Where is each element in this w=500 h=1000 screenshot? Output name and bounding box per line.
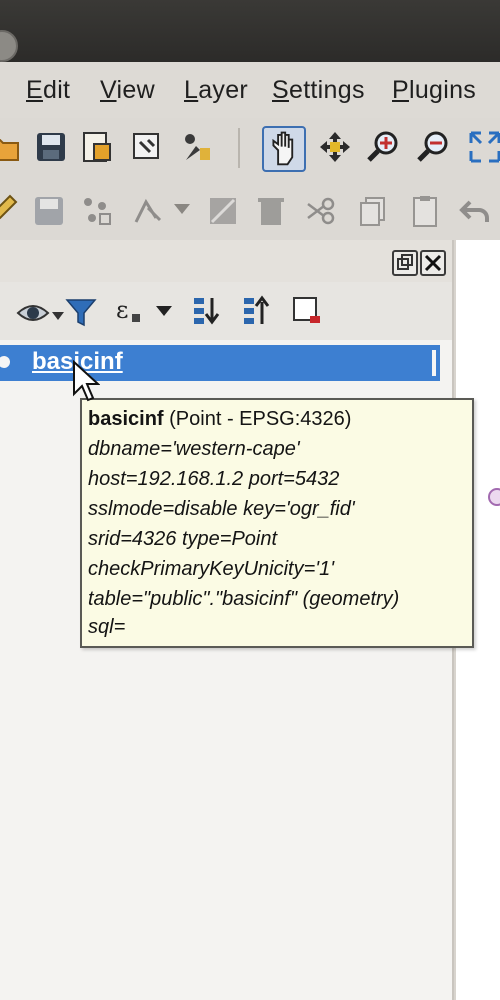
tooltip-line: dbname='western-cape' <box>88 438 300 460</box>
menu-edit-label: dit <box>42 76 71 104</box>
expand-all-icon[interactable] <box>190 294 224 328</box>
expression-filter-icon[interactable]: ε <box>114 294 148 328</box>
row-scroll-marker <box>432 350 436 376</box>
toolbar-separator <box>238 128 240 168</box>
tooltip-line: srid=4326 type=Point <box>88 528 278 550</box>
tooltip-layer-name: basicinf <box>88 408 164 430</box>
zoom-out-icon[interactable] <box>416 130 450 164</box>
menu-view-accel: V <box>100 76 117 104</box>
vertex-tool-icon[interactable] <box>132 194 166 228</box>
menu-layer[interactable]: Layer <box>184 76 248 105</box>
menu-view-label: iew <box>116 76 155 104</box>
copy-features-icon[interactable] <box>356 194 390 228</box>
new-print-layout-icon[interactable] <box>80 130 114 164</box>
undo-icon[interactable] <box>458 194 492 228</box>
edit-pencil-icon[interactable] <box>0 192 20 226</box>
float-panel-icon[interactable] <box>392 250 418 276</box>
pan-map-icon[interactable] <box>262 126 306 172</box>
menu-edit-accel: E <box>26 76 43 104</box>
chevron-down-icon[interactable] <box>156 306 172 316</box>
close-panel-icon[interactable] <box>420 250 446 276</box>
menu-layer-label: ayer <box>198 76 249 104</box>
tooltip-line: sslmode=disable key='ogr_fid' <box>88 498 355 520</box>
style-manager-icon[interactable] <box>180 130 214 164</box>
menu-edit[interactable]: Edit <box>26 76 70 105</box>
menu-plugins-accel: P <box>392 76 409 104</box>
chevron-down-icon[interactable] <box>174 204 190 214</box>
remove-layer-icon[interactable] <box>290 294 324 328</box>
menu-layer-accel: L <box>184 76 199 104</box>
tooltip-line: checkPrimaryKeyUnicity='1' <box>88 558 335 580</box>
svg-text:ε: ε <box>116 296 128 324</box>
tooltip-line: table="public"."basicinf" (geometry) <box>88 588 400 610</box>
save-project-icon[interactable] <box>34 130 68 164</box>
menu-settings-accel: S <box>272 76 289 104</box>
menu-settings[interactable]: Settings <box>272 76 365 105</box>
cut-features-icon[interactable] <box>304 194 338 228</box>
window-title-bar <box>0 0 500 62</box>
chevron-down-icon[interactable] <box>52 312 64 320</box>
delete-selected-icon[interactable] <box>206 194 240 228</box>
pan-to-selection-icon[interactable] <box>318 130 352 164</box>
layout-manager-icon[interactable] <box>130 130 164 164</box>
collapse-all-icon[interactable] <box>240 294 274 328</box>
menu-plugins[interactable]: Plugins <box>392 76 476 105</box>
menu-settings-label: ettings <box>288 76 365 104</box>
digitize-points-icon[interactable] <box>80 194 114 228</box>
tooltip-line: sql= <box>88 616 126 638</box>
menu-view[interactable]: View <box>100 76 155 105</box>
visibility-eye-icon[interactable] <box>16 296 50 330</box>
save-layer-edits-icon[interactable] <box>32 194 66 228</box>
zoom-full-icon[interactable] <box>468 130 500 164</box>
open-project-icon[interactable] <box>0 130 22 164</box>
tooltip-title: basicinf (Point - EPSG:4326) <box>88 408 351 431</box>
menu-plugins-label: lugins <box>408 76 477 104</box>
tooltip-line: host=192.168.1.2 port=5432 <box>88 468 340 490</box>
map-point-feature[interactable] <box>488 488 500 506</box>
layers-panel-header <box>0 240 452 282</box>
paste-features-icon[interactable] <box>408 194 442 228</box>
filter-legend-icon[interactable] <box>64 296 98 330</box>
tooltip-layer-crs: (Point - EPSG:4326) <box>163 408 352 430</box>
mouse-cursor-icon <box>72 359 101 404</box>
zoom-in-icon[interactable] <box>366 130 400 164</box>
trash-icon[interactable] <box>254 194 288 228</box>
